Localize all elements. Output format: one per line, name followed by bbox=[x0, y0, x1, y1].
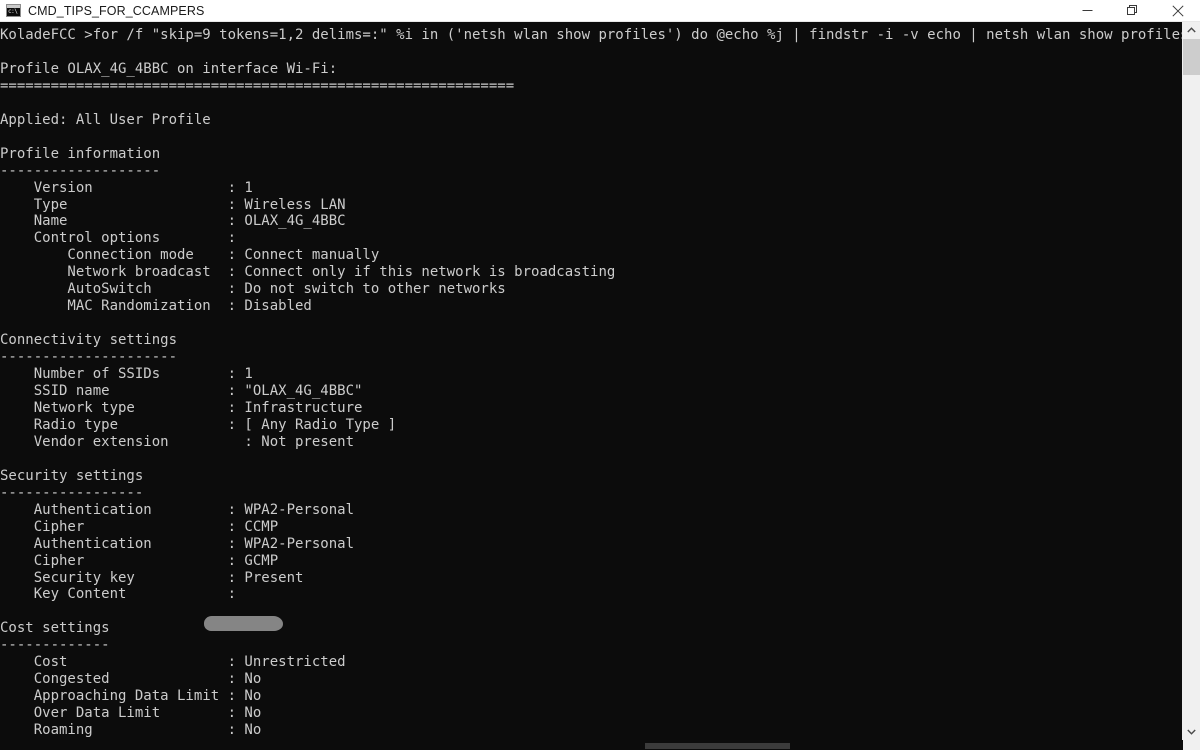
terminal-command-line: KoladeFCC >for /f "skip=9 tokens=1,2 del… bbox=[0, 27, 1182, 43]
horizontal-scrollbar-thumb[interactable] bbox=[645, 743, 790, 749]
title-bar-left: CMD_TIPS_FOR_CCAMPERS bbox=[0, 4, 204, 18]
scroll-up-button[interactable] bbox=[1183, 22, 1200, 39]
cmd-window: CMD_TIPS_FOR_CCAMPERS bbox=[0, 0, 1200, 750]
close-icon bbox=[1171, 4, 1184, 17]
minimize-icon bbox=[1082, 10, 1093, 11]
vertical-scrollbar[interactable] bbox=[1182, 22, 1200, 740]
chevron-up-icon bbox=[1187, 27, 1196, 33]
window-title: CMD_TIPS_FOR_CCAMPERS bbox=[28, 3, 205, 18]
restore-button[interactable] bbox=[1110, 0, 1155, 21]
close-button[interactable] bbox=[1155, 0, 1200, 21]
scrollbar-corner bbox=[1183, 740, 1200, 750]
minimize-button[interactable] bbox=[1065, 0, 1110, 21]
scroll-down-button[interactable] bbox=[1183, 723, 1200, 740]
title-bar[interactable]: CMD_TIPS_FOR_CCAMPERS bbox=[0, 0, 1200, 22]
key-content-redaction bbox=[204, 616, 283, 631]
window-controls bbox=[1065, 0, 1200, 21]
terminal-output: Profile OLAX_4G_4BBC on interface Wi-Fi:… bbox=[0, 60, 616, 739]
console-area: KoladeFCC >for /f "skip=9 tokens=1,2 del… bbox=[0, 22, 1200, 740]
chevron-down-icon bbox=[1187, 729, 1196, 735]
vertical-scrollbar-thumb[interactable] bbox=[1183, 39, 1200, 75]
horizontal-scrollbar[interactable] bbox=[0, 740, 1200, 750]
vertical-scrollbar-track[interactable] bbox=[1183, 39, 1200, 723]
restore-icon bbox=[1126, 4, 1137, 15]
cmd-console-icon bbox=[6, 4, 21, 17]
terminal-output-pane[interactable]: KoladeFCC >for /f "skip=9 tokens=1,2 del… bbox=[0, 22, 1182, 740]
